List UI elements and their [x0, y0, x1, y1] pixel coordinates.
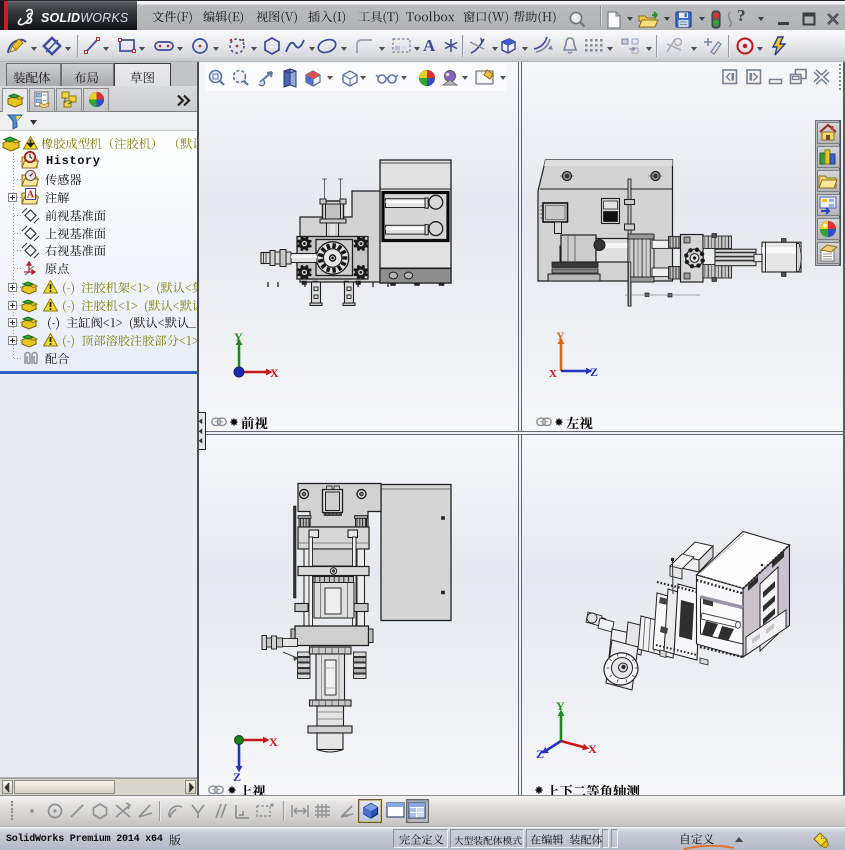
svg-text:A: A [27, 190, 35, 201]
svg-text:X: X [549, 368, 557, 380]
svg-text:Y: Y [556, 329, 565, 343]
svg-text:X: X [588, 742, 597, 756]
svg-text:Z: Z [536, 747, 544, 761]
svg-text:X: X [270, 366, 279, 380]
svg-text:X: X [269, 735, 278, 749]
svg-text:Y: Y [234, 330, 243, 344]
svg-text:Z: Z [233, 770, 241, 784]
svg-text:Y: Y [556, 699, 565, 713]
svg-text:Z: Z [590, 365, 598, 379]
